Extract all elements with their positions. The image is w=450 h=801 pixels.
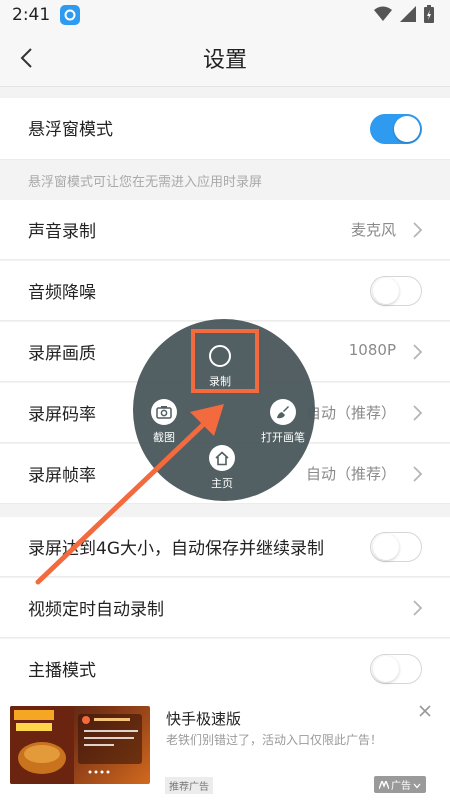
ad-tag-label: 广告 xyxy=(391,781,411,792)
ad-tag[interactable]: 广告 xyxy=(374,776,426,793)
ad-logo-icon xyxy=(378,779,390,790)
ad-title: 快手极速版 xyxy=(166,710,242,728)
ad-description: 老铁们别错过了，活动入口仅限此广告！ xyxy=(166,733,383,747)
annotation-arrow xyxy=(35,404,224,585)
ad-banner[interactable]: 快手极速版 老铁们别错过了，活动入口仅限此广告！ 推荐广告 广告 xyxy=(0,696,450,801)
close-icon[interactable] xyxy=(418,704,432,718)
ad-thumbnail xyxy=(10,706,150,784)
ad-badge: 推荐广告 xyxy=(165,777,213,794)
chevron-down-icon xyxy=(413,783,421,789)
